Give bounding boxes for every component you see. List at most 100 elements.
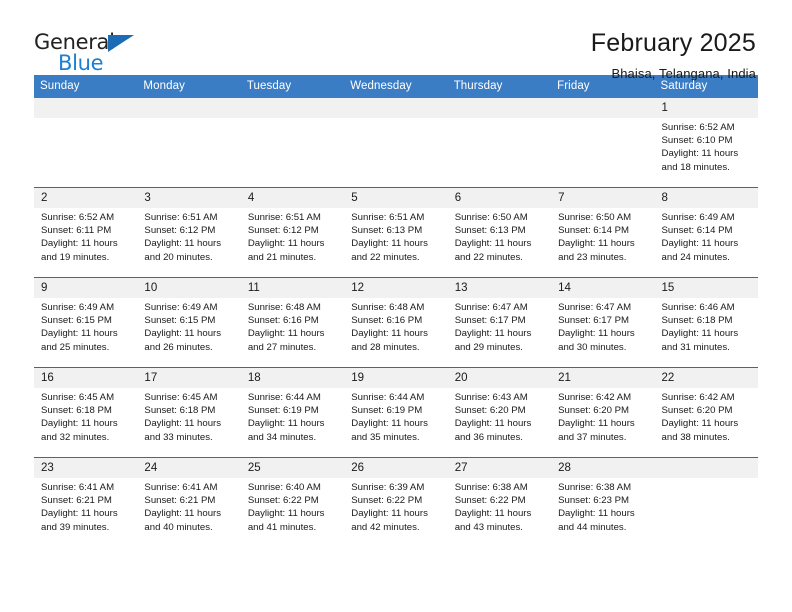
daylight-text: Daylight: 11 hours and 22 minutes. [454,238,532,263]
day-sun-info: Sunrise: 6:46 AM Sunset: 6:18 PM Daylight:… [655,298,758,354]
daylight-text: Daylight: 11 hours and 41 minutes. [247,508,325,533]
weekday-header-tuesday: Tuesday [240,75,345,98]
sunrise-text: Sunrise: 6:38 AM [558,482,632,493]
daylight-text: Daylight: 11 hours and 39 minutes. [41,508,118,533]
day-sun-info: Sunrise: 6:51 AM Sunset: 6:13 PM Daylight:… [344,208,447,264]
calendar-empty-cell [344,98,448,188]
day-cell-content: 21 Sunrise: 6:42 AM Sunset: 6:20 PM Dayligh… [551,368,655,457]
day-sun-info: Sunrise: 6:51 AM Sunset: 6:12 PM Daylight:… [137,208,240,264]
day-sun-info: Sunrise: 6:45 AM Sunset: 6:18 PM Daylight:… [137,388,240,444]
calendar-day-cell[interactable]: 9 Sunrise: 6:49 AM Sunset: 6:15 PM Daylight… [34,277,138,368]
daylight-text: Daylight: 11 hours and 21 minutes. [247,238,325,263]
day-cell-content: 14 Sunrise: 6:47 AM Sunset: 6:17 PM Dayligh… [551,278,655,367]
day-cell-content [137,98,241,187]
daylight-text: Daylight: 11 hours and 42 minutes. [351,508,428,533]
weekday-header-thursday: Thursday [447,75,552,98]
sunrise-text: Sunrise: 6:48 AM [247,302,321,313]
calendar-day-cell[interactable]: 4 Sunrise: 6:51 AM Sunset: 6:12 PM Daylight… [240,187,345,278]
day-sun-info: Sunrise: 6:38 AM Sunset: 6:22 PM Daylight:… [448,478,551,534]
calendar-day-cell[interactable]: 6 Sunrise: 6:50 AM Sunset: 6:13 PM Daylight… [447,187,552,278]
calendar-day-cell[interactable]: 20 Sunrise: 6:43 AM Sunset: 6:20 PM Dayligh… [447,367,552,458]
calendar-day-cell[interactable]: 25 Sunrise: 6:40 AM Sunset: 6:22 PM Dayligh… [240,457,345,547]
day-cell-content: 28 Sunrise: 6:38 AM Sunset: 6:23 PM Dayligh… [551,458,655,547]
day-sun-info: Sunrise: 6:49 AM Sunset: 6:15 PM Daylight:… [137,298,240,354]
calendar-day-cell[interactable]: 24 Sunrise: 6:41 AM Sunset: 6:21 PM Dayligh… [137,457,241,547]
day-sun-info: Sunrise: 6:44 AM Sunset: 6:19 PM Daylight:… [241,388,344,444]
sunrise-text: Sunrise: 6:51 AM [247,212,321,223]
day-sun-info: Sunrise: 6:48 AM Sunset: 6:16 PM Daylight:… [241,298,344,354]
day-cell-content: 22 Sunrise: 6:42 AM Sunset: 6:20 PM Dayligh… [654,368,758,457]
calendar-day-cell[interactable]: 14 Sunrise: 6:47 AM Sunset: 6:17 PM Dayligh… [551,277,655,368]
calendar-day-cell[interactable]: 3 Sunrise: 6:51 AM Sunset: 6:12 PM Daylight… [137,187,241,278]
calendar-day-cell[interactable]: 18 Sunrise: 6:44 AM Sunset: 6:19 PM Dayligh… [240,367,345,458]
sunrise-text: Sunrise: 6:43 AM [454,392,528,403]
sunset-text: Sunset: 6:23 PM [558,495,630,507]
day-number: 7 [551,188,655,208]
day-sun-info: Sunrise: 6:40 AM Sunset: 6:22 PM Daylight:… [241,478,344,534]
daylight-text: Daylight: 11 hours and 30 minutes. [558,328,635,353]
day-cell-content: 5 Sunrise: 6:51 AM Sunset: 6:13 PM Daylight… [344,188,448,277]
day-sun-info: Sunrise: 6:47 AM Sunset: 6:17 PM Daylight:… [551,298,654,354]
sunset-text: Sunset: 6:12 PM [144,225,216,237]
day-sun-info: Sunrise: 6:47 AM Sunset: 6:17 PM Daylight:… [448,298,551,354]
day-number: 16 [34,368,138,388]
day-number: 13 [447,278,552,298]
day-number [137,98,241,118]
sunrise-text: Sunrise: 6:49 AM [41,302,115,313]
sunset-text: Sunset: 6:10 PM [661,135,733,147]
sunset-text: Sunset: 6:17 PM [454,315,526,327]
daylight-text: Daylight: 11 hours and 40 minutes. [144,508,222,533]
page-subtitle: Bhaisa, Telangana, India [611,65,756,81]
weekday-header-monday: Monday [137,75,241,98]
sunset-text: Sunset: 6:13 PM [351,225,423,237]
day-number [240,98,345,118]
calendar-day-cell[interactable]: 12 Sunrise: 6:48 AM Sunset: 6:16 PM Dayligh… [344,277,448,368]
page-title: February 2025 [590,29,756,57]
day-number: 23 [34,458,138,478]
calendar-day-cell[interactable]: 16 Sunrise: 6:45 AM Sunset: 6:18 PM Dayligh… [34,367,138,458]
day-number: 4 [240,188,345,208]
calendar-day-cell[interactable]: 8 Sunrise: 6:49 AM Sunset: 6:14 PM Daylight… [654,187,758,278]
logo-text-general: General [34,30,115,54]
sunrise-text: Sunrise: 6:42 AM [558,392,632,403]
daylight-text: Daylight: 11 hours and 18 minutes. [661,148,739,173]
sunrise-text: Sunrise: 6:44 AM [351,392,425,403]
daylight-text: Daylight: 11 hours and 26 minutes. [144,328,222,353]
calendar-day-cell[interactable]: 23 Sunrise: 6:41 AM Sunset: 6:21 PM Dayligh… [34,457,138,547]
general-blue-logo[interactable]: General Blue [34,30,144,78]
sunrise-text: Sunrise: 6:52 AM [661,122,735,133]
day-cell-content: 2 Sunrise: 6:52 AM Sunset: 6:11 PM Daylight… [34,188,138,277]
calendar-day-cell[interactable]: 26 Sunrise: 6:39 AM Sunset: 6:22 PM Dayligh… [344,457,448,547]
day-number [447,98,552,118]
calendar-day-cell[interactable]: 15 Sunrise: 6:46 AM Sunset: 6:18 PM Dayligh… [654,277,758,368]
day-number: 26 [344,458,448,478]
calendar-day-cell[interactable]: 5 Sunrise: 6:51 AM Sunset: 6:13 PM Daylight… [344,187,448,278]
calendar-day-cell[interactable]: 13 Sunrise: 6:47 AM Sunset: 6:17 PM Dayligh… [447,277,552,368]
day-cell-content: 3 Sunrise: 6:51 AM Sunset: 6:12 PM Daylight… [137,188,241,277]
calendar-day-cell[interactable]: 27 Sunrise: 6:38 AM Sunset: 6:22 PM Dayligh… [447,457,552,547]
calendar-day-cell[interactable]: 7 Sunrise: 6:50 AM Sunset: 6:14 PM Daylight… [551,187,655,278]
calendar-week-row: 23 Sunrise: 6:41 AM Sunset: 6:21 PM Dayligh… [34,457,758,547]
sunset-text: Sunset: 6:22 PM [247,495,319,507]
calendar-day-cell[interactable]: 22 Sunrise: 6:42 AM Sunset: 6:20 PM Dayligh… [654,367,758,458]
day-cell-content [344,98,448,187]
day-number: 10 [137,278,241,298]
calendar-day-cell[interactable]: 17 Sunrise: 6:45 AM Sunset: 6:18 PM Dayligh… [137,367,241,458]
calendar-day-cell[interactable]: 10 Sunrise: 6:49 AM Sunset: 6:15 PM Dayligh… [137,277,241,368]
day-sun-info: Sunrise: 6:38 AM Sunset: 6:23 PM Daylight:… [551,478,654,534]
calendar-day-cell[interactable]: 21 Sunrise: 6:42 AM Sunset: 6:20 PM Dayligh… [551,367,655,458]
calendar-day-cell[interactable]: 1 Sunrise: 6:52 AM Sunset: 6:10 PM Daylight… [654,98,758,188]
day-cell-content: 7 Sunrise: 6:50 AM Sunset: 6:14 PM Daylight… [551,188,655,277]
day-number: 14 [551,278,655,298]
sunrise-text: Sunrise: 6:47 AM [454,302,528,313]
day-cell-content [654,458,758,547]
sunrise-text: Sunrise: 6:44 AM [247,392,321,403]
day-cell-content: 13 Sunrise: 6:47 AM Sunset: 6:17 PM Dayligh… [447,278,552,367]
calendar-day-cell[interactable]: 2 Sunrise: 6:52 AM Sunset: 6:11 PM Daylight… [34,187,138,278]
calendar-day-cell[interactable]: 11 Sunrise: 6:48 AM Sunset: 6:16 PM Dayligh… [240,277,345,368]
day-cell-content [551,98,655,187]
day-cell-content [34,98,138,187]
day-sun-info: Sunrise: 6:42 AM Sunset: 6:20 PM Daylight:… [551,388,654,444]
calendar-day-cell[interactable]: 19 Sunrise: 6:44 AM Sunset: 6:19 PM Dayligh… [344,367,448,458]
calendar-day-cell[interactable]: 28 Sunrise: 6:38 AM Sunset: 6:23 PM Dayligh… [551,457,655,547]
